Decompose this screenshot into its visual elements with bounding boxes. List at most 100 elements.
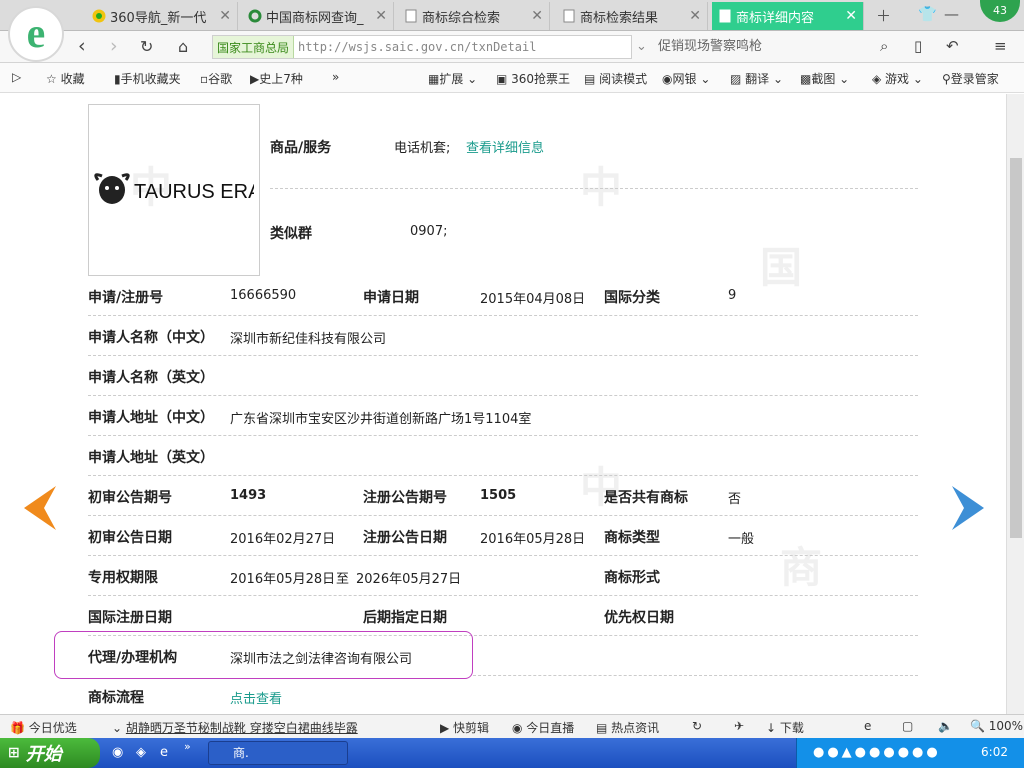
bookmark-games[interactable]: ◈ 游戏 ⌄ bbox=[872, 70, 923, 87]
pin-icon[interactable]: ✈ bbox=[734, 719, 744, 733]
bookmark-ticket[interactable]: ▣ 360抢票王 bbox=[496, 70, 570, 87]
notification-badge[interactable]: 43 bbox=[980, 0, 1020, 22]
tab-label: 商标检索结果 bbox=[580, 10, 659, 26]
browser-logo[interactable]: e bbox=[8, 6, 64, 62]
close-icon[interactable]: ✕ bbox=[689, 8, 701, 24]
hot-news[interactable]: ▤ 热点资讯 bbox=[596, 719, 659, 736]
scrollbar[interactable] bbox=[1006, 94, 1024, 714]
refresh-small-icon[interactable]: ↻ bbox=[692, 719, 702, 733]
scrollbar-thumb[interactable] bbox=[1010, 158, 1022, 538]
bookmark-login[interactable]: ⚲登录管家 bbox=[942, 70, 999, 87]
news-ticker[interactable]: ⌄ 胡静晒万圣节秘制战靴 穿搂空白裙曲线毕露 bbox=[112, 719, 358, 736]
page-icon bbox=[718, 9, 732, 23]
undo-icon[interactable]: ↶ bbox=[946, 37, 959, 55]
ie-icon[interactable]: e bbox=[864, 719, 871, 733]
process-link[interactable]: 点击查看 bbox=[230, 688, 282, 707]
tab-label: 商标综合检索 bbox=[422, 10, 501, 26]
divider bbox=[88, 515, 918, 516]
navigation-bar: ‹ › ↻ ⌂ 国家工商总局 http://wsjs.saic.gov.cn/t… bbox=[0, 31, 1024, 63]
minimize-icon[interactable]: — bbox=[944, 5, 959, 23]
menu-icon[interactable]: ≡ bbox=[994, 37, 1007, 55]
divider bbox=[473, 675, 918, 676]
valid-from-value: 2016年05月28日 bbox=[230, 572, 336, 587]
taskbar-browser-item[interactable]: 商. bbox=[208, 741, 348, 765]
applicant-en-label: 申请人名称（英文） bbox=[88, 370, 214, 386]
tab-label: 商标详细内容 bbox=[736, 10, 815, 26]
goods-value: 电话机套; bbox=[394, 141, 451, 156]
zoom-level[interactable]: 🔍 100% bbox=[970, 719, 1023, 733]
bookmark-google[interactable]: ▫谷歌 bbox=[200, 70, 232, 87]
more-bookmarks-icon[interactable]: » bbox=[332, 70, 339, 84]
search-icon[interactable]: ⌕ bbox=[880, 37, 888, 55]
intl-reg-date-label: 国际注册日期 bbox=[88, 610, 172, 626]
watermark: 商 bbox=[780, 543, 823, 592]
search-input[interactable]: 促销现场警察鸣枪 bbox=[658, 35, 898, 59]
phone-icon[interactable]: ▯ bbox=[914, 37, 922, 55]
tab-search-results[interactable]: 商标检索结果 ✕ bbox=[556, 2, 708, 30]
reg-pub-no-value: 1505 bbox=[480, 488, 517, 503]
tab-360-nav[interactable]: 360导航_新一代 ✕ bbox=[86, 2, 238, 30]
prelim-no-value: 1493 bbox=[230, 488, 267, 503]
home-icon[interactable]: ⌂ bbox=[178, 37, 188, 56]
similar-group-value: 0907; bbox=[410, 224, 448, 239]
bookmark-mobile[interactable]: ▮手机收藏夹 bbox=[114, 70, 181, 87]
today-live[interactable]: ◉ 今日直播 bbox=[512, 719, 574, 736]
chevron-down-icon[interactable]: ⌄ bbox=[636, 39, 647, 54]
goods-label: 商品/服务 bbox=[270, 140, 332, 156]
volume-icon[interactable]: 🔈 bbox=[938, 719, 953, 733]
intl-class-label: 国际分类 bbox=[604, 290, 660, 306]
tab-trademark-detail[interactable]: 商标详细内容 ✕ bbox=[712, 2, 864, 30]
window-icon[interactable]: ▢ bbox=[902, 719, 913, 733]
refresh-icon[interactable]: ↻ bbox=[140, 37, 153, 56]
quicklaunch-icon[interactable]: e bbox=[160, 745, 168, 760]
goods-detail-link[interactable]: 查看详细信息 bbox=[466, 137, 544, 156]
tm-type-value: 一般 bbox=[728, 532, 755, 547]
bookmark-favorites[interactable]: ☆ 收藏 bbox=[46, 70, 85, 87]
prelim-no-label: 初审公告期号 bbox=[88, 490, 172, 506]
trademark-logo: TAURUS ERA bbox=[88, 104, 260, 276]
tm-form-label: 商标形式 bbox=[604, 570, 660, 586]
reg-pub-no-label: 注册公告期号 bbox=[363, 490, 447, 506]
daily-picks[interactable]: 🎁 今日优选 bbox=[10, 719, 77, 736]
url-text[interactable]: http://wsjs.saic.gov.cn/txnDetail bbox=[294, 40, 536, 54]
ring-icon bbox=[248, 9, 262, 23]
close-icon[interactable]: ✕ bbox=[845, 8, 857, 24]
more-icon[interactable]: » bbox=[184, 740, 191, 753]
close-icon[interactable]: ✕ bbox=[531, 8, 543, 24]
prev-arrow-icon[interactable] bbox=[22, 484, 58, 532]
address-en-label: 申请人地址（英文） bbox=[88, 450, 214, 466]
tab-trademark-search[interactable]: 商标综合检索 ✕ bbox=[398, 2, 550, 30]
next-arrow-icon[interactable] bbox=[950, 484, 986, 532]
bookmark-screenshot[interactable]: ▩截图 ⌄ bbox=[800, 70, 849, 87]
prelim-date-value: 2016年02月27日 bbox=[230, 532, 336, 547]
back-icon[interactable]: ‹ bbox=[78, 35, 86, 57]
priority-date-label: 优先权日期 bbox=[604, 610, 674, 626]
tab-trademark-query[interactable]: 中国商标网查询_ ✕ bbox=[242, 2, 394, 30]
valid-period-label: 专用权期限 bbox=[88, 570, 158, 586]
quick-clip[interactable]: ▶ 快剪辑 bbox=[440, 719, 489, 736]
bookmark-reader[interactable]: ▤ 阅读模式 bbox=[584, 70, 647, 87]
quicklaunch-icon[interactable]: ◈ bbox=[136, 745, 146, 760]
later-date-label: 后期指定日期 bbox=[363, 610, 447, 626]
bookmarks-bar: ▷ ☆ 收藏 ▮手机收藏夹 ▫谷歌 ▶史上7种 » ▦扩展 ⌄ ▣ 360抢票王… bbox=[0, 63, 1024, 93]
close-icon[interactable]: ✕ bbox=[375, 8, 387, 24]
new-tab-icon[interactable]: ＋ bbox=[876, 5, 891, 26]
reg-no-label: 申请/注册号 bbox=[88, 290, 164, 306]
close-icon[interactable]: ✕ bbox=[219, 8, 231, 24]
bookmark-bank[interactable]: ◉网银 ⌄ bbox=[662, 70, 710, 87]
bookmark-translate[interactable]: ▨ 翻译 ⌄ bbox=[730, 70, 783, 87]
page-icon bbox=[562, 9, 576, 23]
bull-emblem-icon: TAURUS ERA bbox=[94, 173, 254, 204]
sidebar-toggle-icon[interactable]: ▷ bbox=[12, 70, 21, 84]
download[interactable]: ↓ 下载 bbox=[766, 719, 804, 736]
quicklaunch-icon[interactable]: ◉ bbox=[112, 745, 123, 760]
similar-group-label: 类似群 bbox=[270, 226, 312, 242]
shirt-icon[interactable]: 👕 bbox=[918, 5, 937, 23]
forward-icon[interactable]: › bbox=[110, 35, 118, 57]
tray-icons[interactable]: ●●▲●●●●●● bbox=[813, 745, 941, 760]
bookmark-extensions[interactable]: ▦扩展 ⌄ bbox=[428, 70, 477, 87]
start-button[interactable]: ⊞ 开始 bbox=[0, 738, 100, 768]
address-bar[interactable]: 国家工商总局 http://wsjs.saic.gov.cn/txnDetail bbox=[212, 35, 632, 59]
bookmark-history7[interactable]: ▶史上7种 bbox=[250, 70, 303, 87]
agent-value: 深圳市法之剑法律咨询有限公司 bbox=[230, 652, 413, 667]
